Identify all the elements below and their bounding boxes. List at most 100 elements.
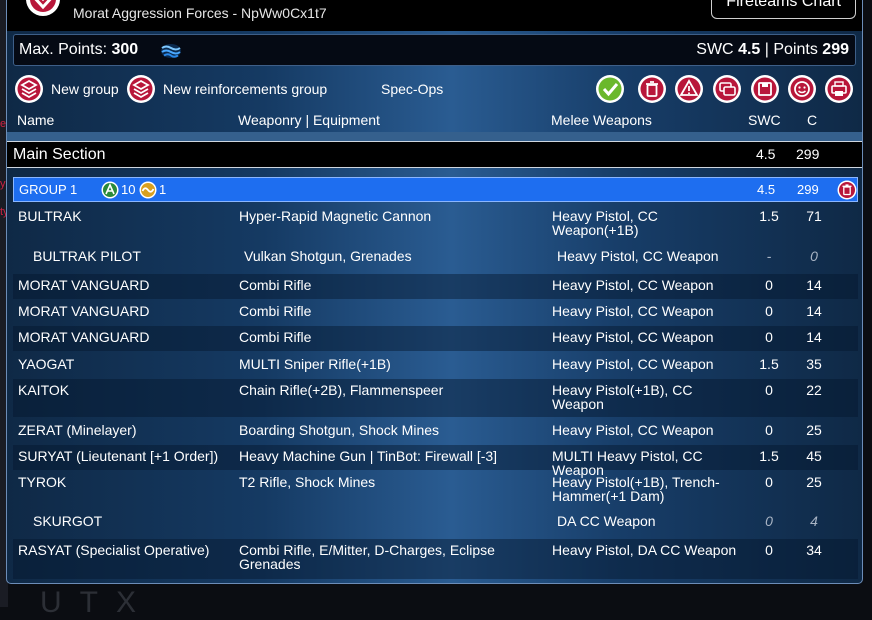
check-icon[interactable] — [595, 74, 625, 104]
unit-swc: 0 — [765, 422, 773, 438]
trash-icon[interactable] — [637, 74, 667, 104]
section-swc: 4.5 — [756, 146, 776, 162]
impetuous-order-icon — [139, 181, 157, 199]
unit-weapons: Hyper-Rapid Magnetic Cannon — [239, 208, 432, 224]
max-points: Max. Points: 300 — [19, 41, 138, 59]
unit-melee: Heavy Pistol, DA CC Weapon — [552, 542, 737, 558]
unit-cost: 14 — [806, 303, 822, 319]
unit-weapons: Vulkan Shotgun, Grenades — [244, 248, 412, 264]
unit-cost: 25 — [806, 422, 822, 438]
points-label: Points — [773, 41, 818, 58]
unit-cost: 35 — [806, 356, 822, 372]
group-points: 299 — [797, 182, 819, 197]
unit-cost: 14 — [806, 277, 822, 293]
unit-weapons: Combi Rifle — [239, 303, 312, 319]
column-header-swc: SWC — [748, 112, 781, 128]
unit-melee: DA CC Weapon — [557, 513, 656, 529]
face-icon[interactable] — [787, 74, 817, 104]
group-swc: 4.5 — [757, 182, 776, 197]
unit-name: TYROK — [18, 474, 67, 490]
unit-melee: Heavy Pistol(+1B), CC Weapon — [552, 382, 693, 412]
unit-weapons: T2 Rifle, Shock Mines — [239, 474, 376, 490]
max-points-label: Max. Points: — [19, 41, 108, 58]
mode-toggle-icon[interactable] — [160, 43, 182, 59]
window-title: Morat Aggression Forces - NpWw0Cx1t7 — [73, 5, 327, 21]
spec-ops-button[interactable]: Spec-Ops — [381, 81, 443, 97]
group-label: GROUP 1 — [19, 182, 78, 197]
unit-name: SKURGOT — [33, 513, 103, 529]
column-header-name: Name — [17, 112, 55, 128]
unit-swc: 1.5 — [759, 356, 779, 372]
delete-group-icon[interactable] — [837, 180, 857, 200]
table-row[interactable]: SURYAT (Lieutenant [+1 Order]) Heavy Mac… — [13, 445, 858, 477]
column-header-c: C — [807, 112, 818, 128]
new-group-icon[interactable] — [14, 74, 44, 104]
table-row[interactable]: YAOGAT MULTI Sniper Rifle(+1B) Heavy Pis… — [13, 353, 858, 378]
morat-logo-icon — [26, 0, 60, 16]
unit-cost: 34 — [806, 542, 822, 558]
unit-swc: 1.5 — [759, 208, 779, 224]
warning-icon[interactable] — [674, 74, 704, 104]
unit-swc: 0 — [765, 303, 773, 319]
toolbar: New group New reinforcements group Spec-… — [7, 72, 862, 108]
unit-melee: Heavy Pistol(+1B), Trench-Hammer(+1 Dam) — [552, 474, 720, 504]
unit-swc: 0 — [765, 474, 773, 490]
unit-melee: Heavy Pistol, CC Weapon — [552, 277, 714, 293]
swc-points-total: SWC 4.5 | Points 299 — [696, 41, 849, 59]
swc-label: SWC — [696, 41, 734, 58]
table-row[interactable]: BULTRAK Hyper-Rapid Magnetic Cannon Heav… — [13, 205, 858, 245]
main-section-header: Main Section 4.5 299 — [7, 141, 862, 168]
unit-swc: 1.5 — [759, 448, 779, 464]
unit-cost: 4 — [810, 513, 818, 529]
table-row[interactable]: BULTRAK PILOT Vulkan Shotgun, Grenades H… — [13, 245, 858, 273]
unit-name: KAITOK — [18, 382, 70, 398]
unit-swc: 0 — [765, 329, 773, 345]
unit-weapons: Boarding Shotgun, Shock Mines — [239, 422, 440, 438]
regular-orders-count: 10 — [121, 182, 136, 197]
unit-swc: 0 — [765, 542, 773, 558]
impetuous-orders-count: 1 — [159, 182, 167, 197]
fireteams-chart-button[interactable]: Fireteams Chart — [711, 0, 856, 19]
unit-weapons: Combi Rifle, E/Mitter, D-Charges, Eclips… — [239, 542, 495, 572]
unit-melee: Heavy Pistol, CC Weapon — [557, 248, 719, 264]
swc-value: 4.5 — [738, 41, 761, 58]
unit-swc: 0 — [765, 277, 773, 293]
unit-name: MORAT VANGUARD — [18, 277, 150, 293]
unit-weapons: Heavy Machine Gun | TinBot: Firewall [-3… — [239, 448, 498, 464]
unit-cost: 25 — [806, 474, 822, 490]
table-row[interactable]: TYROK T2 Rifle, Shock Mines Heavy Pistol… — [13, 471, 858, 509]
unit-name: MORAT VANGUARD — [18, 303, 150, 319]
new-reinforcements-group-button[interactable]: New reinforcements group — [163, 81, 327, 97]
unit-swc: 0 — [765, 513, 773, 529]
table-row[interactable]: MORAT VANGUARD Combi Rifle Heavy Pistol,… — [13, 300, 858, 325]
new-group-button[interactable]: New group — [51, 81, 119, 97]
unit-melee: Heavy Pistol, CC Weapon(+1B) — [552, 208, 658, 238]
chat-icon[interactable] — [712, 74, 742, 104]
table-row[interactable]: SKURGOT DA CC Weapon 0 4 — [13, 510, 858, 538]
army-list-window: Morat Aggression Forces - NpWw0Cx1t7 Fir… — [6, 0, 863, 584]
unit-cost: 22 — [806, 382, 822, 398]
print-icon[interactable] — [824, 74, 854, 104]
save-icon[interactable] — [750, 74, 780, 104]
section-title: Main Section — [13, 146, 106, 163]
regular-order-icon — [101, 181, 119, 199]
background-ghost-text: UTX — [40, 586, 154, 619]
background-text-fragment: y — [0, 178, 6, 190]
table-row[interactable]: KAITOK Chain Rifle(+2B), Flammenspeer He… — [13, 379, 858, 417]
unit-name: ZERAT (Minelayer) — [18, 422, 137, 438]
new-reinforcements-group-icon[interactable] — [126, 74, 156, 104]
unit-melee: Heavy Pistol, CC Weapon — [552, 422, 714, 438]
table-row[interactable]: MORAT VANGUARD Combi Rifle Heavy Pistol,… — [13, 274, 858, 299]
table-row[interactable]: RASYAT (Specialist Operative) Combi Rifl… — [13, 539, 858, 579]
group-row[interactable]: GROUP 1 10 1 4.5 299 — [13, 177, 858, 202]
title-bar: Morat Aggression Forces - NpWw0Cx1t7 Fir… — [7, 0, 862, 31]
table-row[interactable]: MORAT VANGUARD Combi Rifle Heavy Pistol,… — [13, 326, 858, 351]
points-value: 299 — [822, 41, 849, 58]
unit-weapons: Combi Rifle — [239, 277, 312, 293]
unit-cost: 71 — [806, 208, 822, 224]
table-row[interactable]: ZERAT (Minelayer) Boarding Shotgun, Shoc… — [13, 419, 858, 444]
section-points: 299 — [796, 146, 820, 162]
separator: | — [764, 41, 769, 58]
column-header-melee: Melee Weapons — [551, 112, 652, 128]
unit-cost: 14 — [806, 329, 822, 345]
